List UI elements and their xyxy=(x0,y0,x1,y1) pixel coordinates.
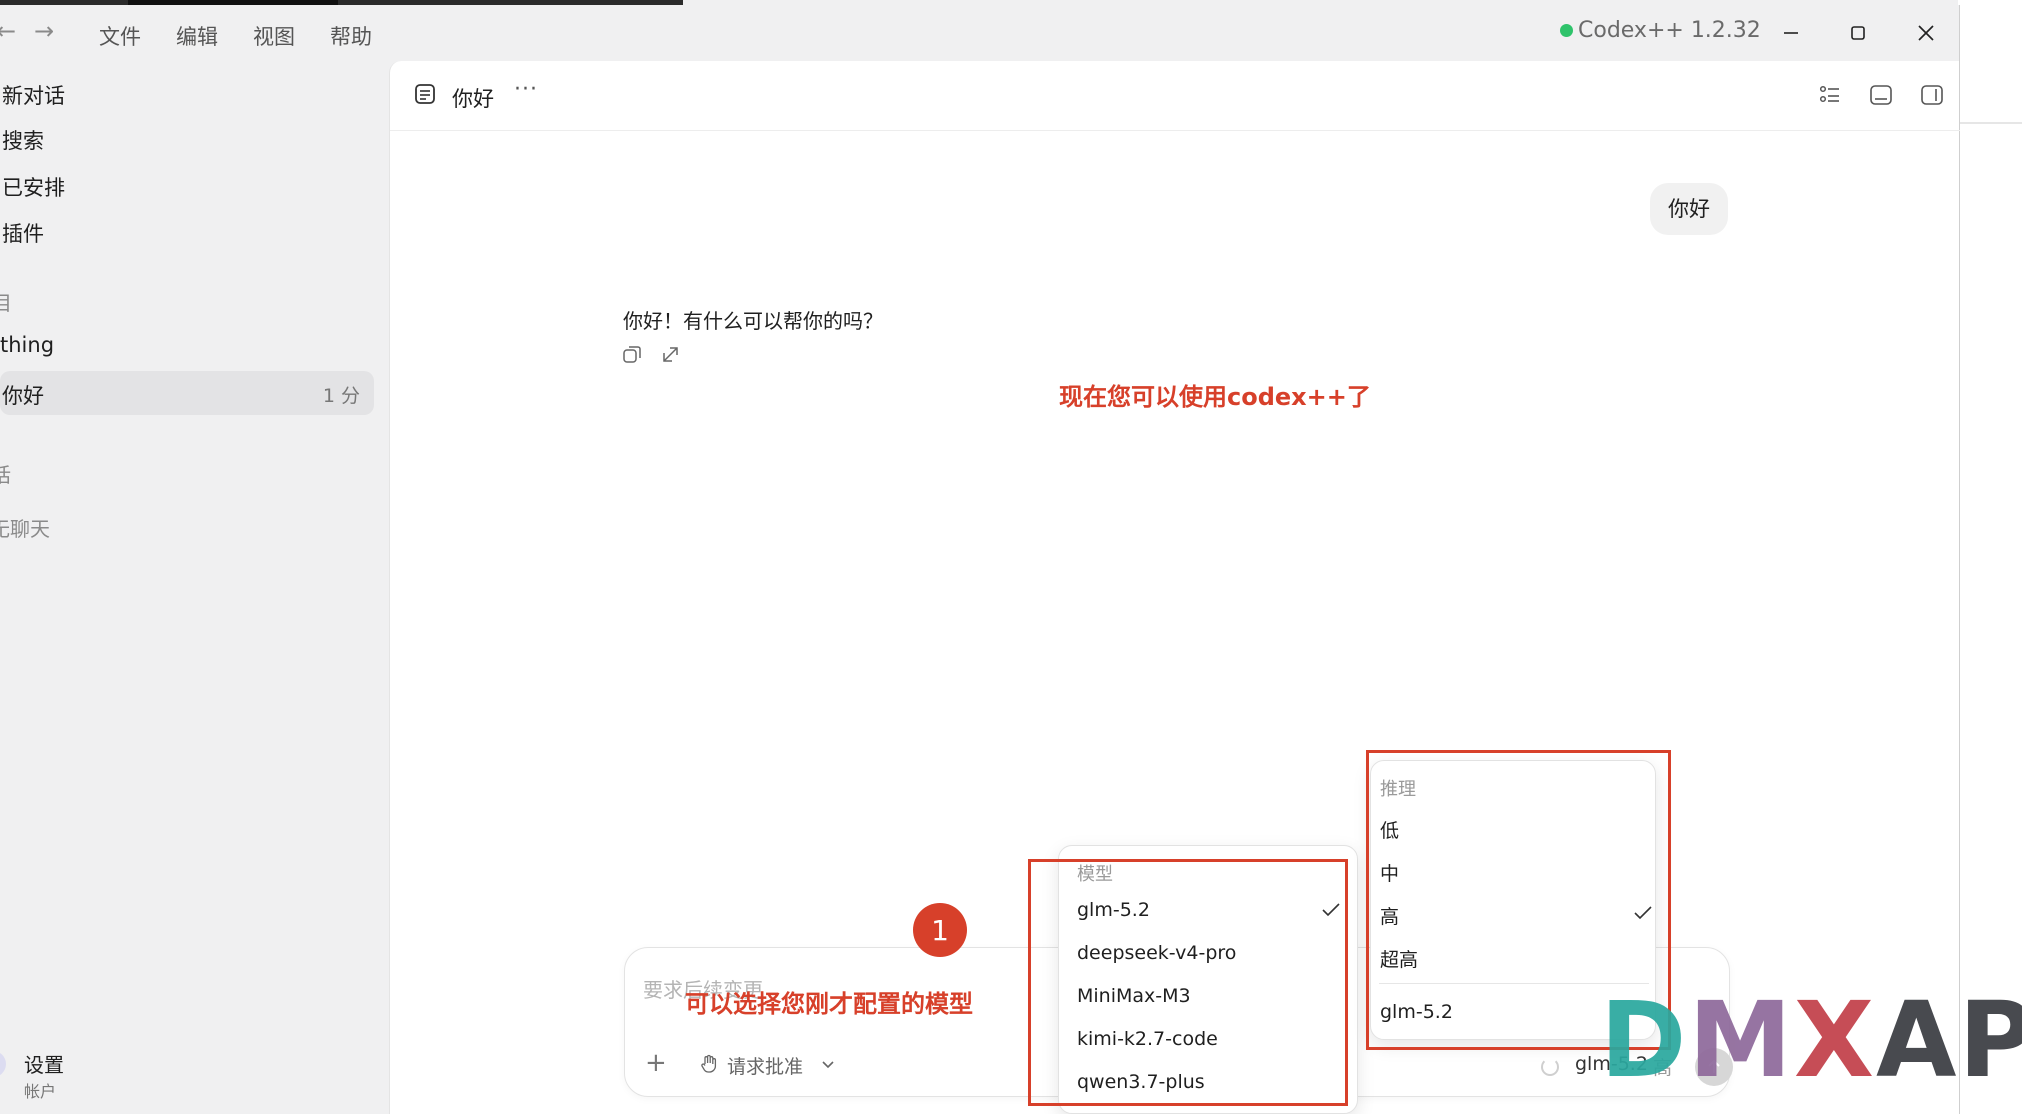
approval-mode-button[interactable]: 请求批准 xyxy=(727,1052,803,1079)
conversation-title: 你好 xyxy=(452,87,494,111)
thread-title: 你好 xyxy=(2,384,44,408)
chevron-down-icon[interactable] xyxy=(821,1060,835,1070)
task-list-button[interactable] xyxy=(1816,81,1844,109)
assistant-message: 你好！有什么可以帮你的吗？ xyxy=(623,309,883,333)
empty-chats-label: 无聊天 xyxy=(0,517,50,541)
project-item[interactable]: thing xyxy=(0,333,54,357)
loading-spinner-icon xyxy=(1541,1058,1559,1076)
back-arrow-icon[interactable]: ← xyxy=(0,17,16,45)
menu-edit[interactable]: 编辑 xyxy=(176,21,218,51)
thread-time: 1 分 xyxy=(322,385,360,407)
bottom-panel-icon xyxy=(1870,85,1892,105)
step-badge: 1 xyxy=(913,903,967,957)
copy-icon[interactable] xyxy=(621,343,643,365)
minimize-icon xyxy=(1784,32,1798,34)
annotation-choose-model: 可以选择您刚才配置的模型 xyxy=(685,990,973,1018)
close-icon xyxy=(1918,25,1934,41)
sidebar-item-new-chat[interactable]: 新对话 xyxy=(2,80,65,110)
maximize-icon xyxy=(1851,26,1865,40)
highlight-box-models xyxy=(1028,859,1348,1106)
more-options-button[interactable]: ··· xyxy=(514,77,538,102)
add-attachment-button[interactable]: + xyxy=(645,1048,667,1078)
sidebar-item-search[interactable]: 搜索 xyxy=(2,125,44,155)
forward-arrow-icon[interactable]: → xyxy=(34,17,54,45)
thread-item-active[interactable]: 你好 1 分 xyxy=(0,371,374,415)
watermark-letter: X xyxy=(1793,979,1877,1101)
conversation-header: 你好 ··· xyxy=(390,61,1960,131)
status-dot-icon xyxy=(1560,24,1573,37)
terminal-panel-button[interactable] xyxy=(1867,81,1895,109)
app-title: Codex++ 1.2.32 xyxy=(1578,18,1761,43)
menu-help[interactable]: 帮助 xyxy=(330,21,372,51)
side-panel-icon xyxy=(1921,85,1943,105)
watermark-logo: DMXAPI xyxy=(1600,985,2022,1095)
annotation-main: 现在您可以使用codex++了 xyxy=(1059,383,1371,411)
section-heading-projects: 目 xyxy=(0,291,12,315)
sidebar-item-plugins[interactable]: 插件 xyxy=(2,218,44,248)
task-list-icon xyxy=(1819,85,1839,103)
minimize-button[interactable] xyxy=(1771,13,1811,53)
background-window xyxy=(1958,0,2022,1114)
avatar[interactable] xyxy=(0,1051,6,1077)
sidebar: 新对话 搜索 已安排 插件 目 thing 你好 1 分 话 无聊天 设置 帐户 xyxy=(0,61,388,1114)
account-label: 帐户 xyxy=(24,1082,57,1101)
menu-view[interactable]: 视图 xyxy=(253,21,295,51)
hand-icon xyxy=(701,1054,717,1073)
branch-icon[interactable] xyxy=(660,343,682,365)
close-button[interactable] xyxy=(1906,13,1946,53)
watermark-letter: M xyxy=(1688,979,1794,1101)
side-panel-button[interactable] xyxy=(1918,81,1946,109)
menu-file[interactable]: 文件 xyxy=(99,21,141,51)
watermark-letter: API xyxy=(1876,979,2022,1101)
document-icon xyxy=(415,84,435,104)
maximize-button[interactable] xyxy=(1838,13,1878,53)
settings-button[interactable]: 设置 xyxy=(24,1049,64,1078)
section-heading-chats: 话 xyxy=(0,463,11,487)
user-message: 你好 xyxy=(1650,183,1728,235)
watermark-letter: D xyxy=(1600,979,1689,1101)
titlebar: ← → 文件 编辑 视图 帮助 Codex++ 1.2.32 xyxy=(0,5,1960,61)
sidebar-item-scheduled[interactable]: 已安排 xyxy=(2,172,65,202)
